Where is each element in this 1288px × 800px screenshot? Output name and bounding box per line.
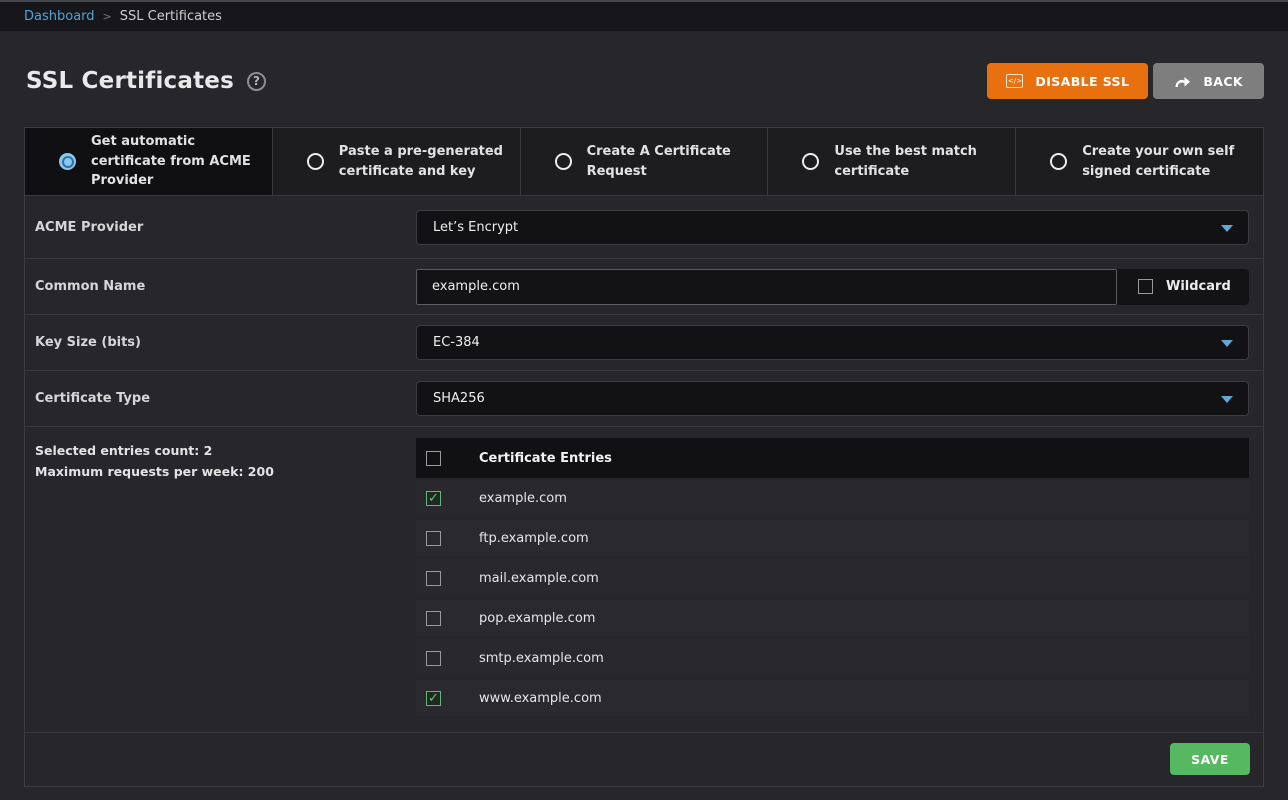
chevron-down-icon [1221,396,1233,403]
entry-domain: www.example.com [479,691,602,706]
entry-checkbox[interactable] [426,651,441,666]
radio-icon [59,153,76,170]
certificate-entry-row: ftp.example.com [416,520,1249,556]
breadcrumb-separator: > [103,10,112,23]
help-icon[interactable]: ? [247,72,266,91]
certificate-method-tabs: Get automatic certificate from ACME Prov… [25,128,1263,196]
entry-domain: smtp.example.com [479,651,604,666]
tab-label: Create A Certificate Request [587,142,759,181]
breadcrumb-dashboard-link[interactable]: Dashboard [24,9,95,24]
acme-provider-value: Let’s Encrypt [433,220,518,235]
entry-domain: example.com [479,491,567,506]
save-button[interactable]: SAVE [1170,743,1250,775]
certificate-type-select[interactable]: SHA256 [416,381,1249,416]
key-size-value: EC-384 [433,335,480,350]
key-size-select[interactable]: EC-384 [416,325,1249,360]
page-header: SSL Certificates ? </> DISABLE SSL BACK [26,61,1264,101]
certificate-type-label: Certificate Type [35,391,416,406]
certificate-entries-header: Certificate Entries [416,438,1249,478]
certificate-entry-row: mail.example.com [416,560,1249,596]
key-size-label: Key Size (bits) [35,335,416,350]
certificate-method-tab[interactable]: Create A Certificate Request [521,128,769,195]
radio-icon [1050,153,1067,170]
back-button[interactable]: BACK [1153,63,1264,99]
radio-icon [307,153,324,170]
entry-domain: ftp.example.com [479,531,589,546]
acme-provider-select[interactable]: Let’s Encrypt [416,210,1249,245]
wildcard-checkbox[interactable] [1138,279,1153,294]
tab-label: Use the best match certificate [834,142,1006,181]
redo-arrow-icon [1174,75,1191,88]
certificate-entry-row: ✓ example.com [416,480,1249,516]
certificate-entry-row: pop.example.com [416,600,1249,636]
certificate-method-tab[interactable]: Paste a pre-generated certificate and ke… [273,128,521,195]
ssl-certificates-panel: Get automatic certificate from ACME Prov… [24,127,1264,787]
certificate-entries-header-label: Certificate Entries [479,451,612,466]
radio-icon [555,153,572,170]
certificate-method-tab[interactable]: Create your own self signed certificate [1016,128,1263,195]
breadcrumb-current: SSL Certificates [120,9,222,24]
selected-entries-count: Selected entries count: 2 [35,441,416,462]
back-label: BACK [1203,74,1243,89]
max-requests-per-week: Maximum requests per week: 200 [35,462,416,483]
certificate-type-row: Certificate Type SHA256 [25,371,1263,427]
certificate-entries-table: Certificate Entries ✓ example.com ftp.exam… [416,438,1249,720]
certificate-entries-body: ✓ example.com ftp.example.com mail.example.… [416,480,1249,716]
wildcard-label: Wildcard [1166,279,1231,294]
disable-ssl-button[interactable]: </> DISABLE SSL [987,63,1148,99]
breadcrumb-bar: Dashboard > SSL Certificates [0,0,1288,31]
entry-checkbox[interactable] [426,611,441,626]
code-window-icon: </> [1006,74,1023,88]
panel-footer: SAVE [25,732,1263,786]
page-title: SSL Certificates [26,68,234,94]
entry-checkbox[interactable] [426,531,441,546]
certificate-entries-section: Selected entries count: 2 Maximum reques… [25,427,1263,720]
certificate-method-tab[interactable]: Use the best match certificate [768,128,1016,195]
entry-domain: mail.example.com [479,571,599,586]
wildcard-option[interactable]: Wildcard [1117,269,1249,305]
certificate-entry-row: ✓ www.example.com [416,680,1249,716]
key-size-row: Key Size (bits) EC-384 [25,315,1263,371]
radio-icon [802,153,819,170]
common-name-input[interactable] [416,269,1117,305]
entry-checkbox[interactable]: ✓ [426,691,441,706]
common-name-row: Common Name Wildcard [25,259,1263,315]
chevron-down-icon [1221,225,1233,232]
acme-provider-label: ACME Provider [35,220,416,235]
select-all-checkbox[interactable] [426,451,441,466]
tab-label: Paste a pre-generated certificate and ke… [339,142,511,181]
entry-checkbox[interactable]: ✓ [426,491,441,506]
entry-domain: pop.example.com [479,611,595,626]
entry-checkbox[interactable] [426,571,441,586]
entries-summary: Selected entries count: 2 Maximum reques… [35,438,416,482]
tab-label: Create your own self signed certificate [1082,142,1254,181]
tab-label: Get automatic certificate from ACME Prov… [91,132,263,191]
certificate-method-tab[interactable]: Get automatic certificate from ACME Prov… [25,128,273,195]
certificate-type-value: SHA256 [433,391,485,406]
acme-provider-row: ACME Provider Let’s Encrypt [25,196,1263,259]
common-name-label: Common Name [35,279,416,294]
certificate-entry-row: smtp.example.com [416,640,1249,676]
chevron-down-icon [1221,340,1233,347]
disable-ssl-label: DISABLE SSL [1035,74,1129,89]
